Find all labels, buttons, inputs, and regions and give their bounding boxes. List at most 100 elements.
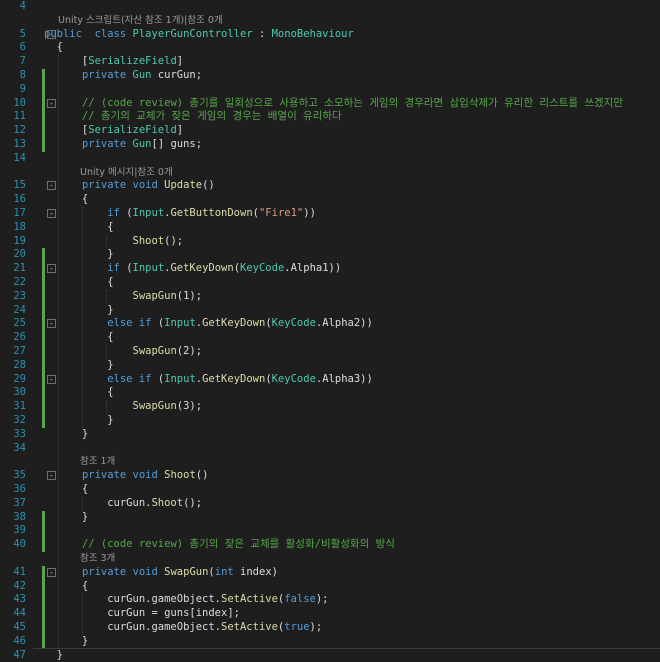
indent-guide xyxy=(58,55,59,649)
line-number: 10 xyxy=(13,96,26,109)
code-token: curGun.gameObject. xyxy=(44,621,222,633)
code-token: SwapGun xyxy=(164,565,209,578)
code-text: { xyxy=(44,41,63,54)
code-line[interactable]: 33 } xyxy=(0,428,660,441)
code-token: Input xyxy=(132,262,165,275)
code-line[interactable]: 15- private void Update() xyxy=(0,179,660,192)
code-line[interactable]: 27 SwapGun(2); xyxy=(0,345,660,359)
code-line[interactable]: 4 xyxy=(0,0,660,13)
codelens-reference-info[interactable]: Unity 메시지|참조 0개 xyxy=(80,166,173,179)
code-line[interactable]: 43 curGun.gameObject.SetActive(false); xyxy=(0,593,660,608)
code-token: [ xyxy=(44,55,89,68)
code-line[interactable]: 34 xyxy=(0,442,660,455)
line-number: 42 xyxy=(13,579,26,592)
line-number: 18 xyxy=(13,220,26,233)
code-token: : xyxy=(252,27,272,40)
line-number: 34 xyxy=(13,441,26,454)
code-text: { xyxy=(44,580,88,593)
code-token: curGun. xyxy=(44,496,152,509)
code-token: ); xyxy=(315,593,329,606)
line-number: 11 xyxy=(13,110,26,123)
code-text: SwapGun(1); xyxy=(44,289,203,303)
code-line[interactable]: 44 curGun = guns[index]; xyxy=(0,607,660,621)
codelens-row[interactable]: 참조 3개 xyxy=(0,552,660,565)
code-line[interactable]: 18 { xyxy=(0,221,660,234)
code-line[interactable]: 28 } xyxy=(0,358,660,373)
code-line[interactable]: 42 { xyxy=(0,579,660,594)
code-line[interactable]: 17- if (Input.GetButtonDown("Fire1")) xyxy=(0,207,660,220)
code-line[interactable]: 29- else if (Input.GetKeyDown(KeyCode.Al… xyxy=(0,372,660,387)
code-line[interactable]: 39 xyxy=(0,524,660,539)
code-editor[interactable]: 4 Unity 스크립트(자산 참조 1개)|참조 0개 5- public clas… xyxy=(0,0,660,661)
code-line[interactable]: 30 { xyxy=(0,386,660,401)
code-line[interactable]: 25- else if (Input.GetKeyDown(KeyCode.Al… xyxy=(0,317,660,332)
code-token: private xyxy=(81,138,127,150)
code-text: { xyxy=(44,220,114,234)
codelens-reference-info[interactable]: 참조 3개 xyxy=(80,552,115,565)
line-number: 16 xyxy=(13,193,26,206)
code-text: curGun.gameObject.SetActive(false); xyxy=(44,593,329,606)
code-line[interactable]: 23 SwapGun(1); xyxy=(0,289,660,304)
code-line[interactable]: 31 SwapGun(3); xyxy=(0,400,660,414)
codelens-row[interactable]: Unity 메시지|참조 0개 xyxy=(0,166,660,179)
line-number: 21 xyxy=(13,262,26,275)
code-token: ( xyxy=(151,317,165,330)
code-line[interactable]: 26 { xyxy=(0,331,660,345)
indent-guide xyxy=(106,234,107,249)
code-line[interactable]: 13 private Gun[] guns; xyxy=(0,138,660,152)
code-text: curGun.gameObject.SetActive(true); xyxy=(44,621,322,634)
code-text: { xyxy=(44,276,113,289)
code-line[interactable]: 7 [SerializeField] xyxy=(0,55,660,68)
code-line[interactable]: 46 } xyxy=(0,634,660,649)
codelens-reference-info[interactable]: Unity 스크립트(자산 참조 1개)|참조 0개 xyxy=(58,14,223,27)
code-line[interactable]: 6 { xyxy=(0,41,660,54)
code-line[interactable]: 11 // 총기의 교체가 잦은 게임의 경우는 배열이 유리하다 xyxy=(0,110,660,125)
code-token: } xyxy=(44,510,89,523)
code-line[interactable]: 24 } xyxy=(0,303,660,318)
code-token: SwapGun xyxy=(132,345,177,357)
code-line[interactable]: 41- private void SwapGun(int index) xyxy=(0,565,660,580)
codelens-row[interactable]: Unity 스크립트(자산 참조 1개)|참조 0개 xyxy=(0,14,660,27)
line-number: 45 xyxy=(13,621,26,633)
code-token: ( xyxy=(151,372,165,385)
code-text: Shoot(); xyxy=(44,234,184,248)
code-line[interactable]: 45 curGun.gameObject.SetActive(true); xyxy=(0,621,660,635)
line-number: 8 xyxy=(19,69,26,81)
code-token: MonoBehaviour xyxy=(271,27,354,40)
code-token: { xyxy=(44,220,114,233)
code-line[interactable]: 36 { xyxy=(0,483,660,496)
code-line[interactable]: 5- public class PlayerGunController : Mon… xyxy=(0,28,660,41)
code-line[interactable]: 9 xyxy=(0,82,660,97)
code-token: Gun xyxy=(132,138,152,150)
code-text: { xyxy=(44,386,113,399)
code-line[interactable]: 10- // (code review) 총기를 일회성으로 사용하고 소모하는… xyxy=(0,96,660,111)
code-token: } xyxy=(44,248,114,261)
code-line[interactable]: 8 private Gun curGun; xyxy=(0,69,660,83)
code-line[interactable]: 32 } xyxy=(0,414,660,428)
code-token: ( xyxy=(119,262,133,275)
code-line[interactable]: 21- if (Input.GetKeyDown(KeyCode.Alpha1)… xyxy=(0,262,660,276)
code-line[interactable]: 38 } xyxy=(0,510,660,525)
code-line[interactable]: 20 } xyxy=(0,248,660,263)
code-token: void xyxy=(132,179,158,192)
codelens-row[interactable]: 참조 1개 xyxy=(0,455,660,468)
code-token: class xyxy=(94,27,127,40)
codelens-reference-info[interactable]: 참조 1개 xyxy=(80,455,115,468)
code-line[interactable]: 35- private void Shoot() xyxy=(0,469,660,482)
code-line[interactable]: 14 xyxy=(0,152,660,165)
code-line[interactable]: 37 curGun.Shoot(); xyxy=(0,497,660,510)
code-text: else if (Input.GetKeyDown(KeyCode.Alpha3… xyxy=(44,373,373,386)
code-line[interactable]: 16 { xyxy=(0,193,660,206)
code-text: curGun.Shoot(); xyxy=(44,497,202,510)
code-line[interactable]: 40 // (code review) 총기의 잦은 교체를 활성화/비활성화의… xyxy=(0,538,660,552)
code-line[interactable]: 47 } xyxy=(0,649,660,662)
code-line[interactable]: 19 Shoot(); xyxy=(0,235,660,248)
code-token: Shoot xyxy=(132,234,165,247)
code-token: private xyxy=(81,469,127,482)
code-token: (1); xyxy=(176,289,203,302)
code-line[interactable]: 22 { xyxy=(0,276,660,290)
code-line[interactable]: 12 [SerializeField] xyxy=(0,124,660,138)
